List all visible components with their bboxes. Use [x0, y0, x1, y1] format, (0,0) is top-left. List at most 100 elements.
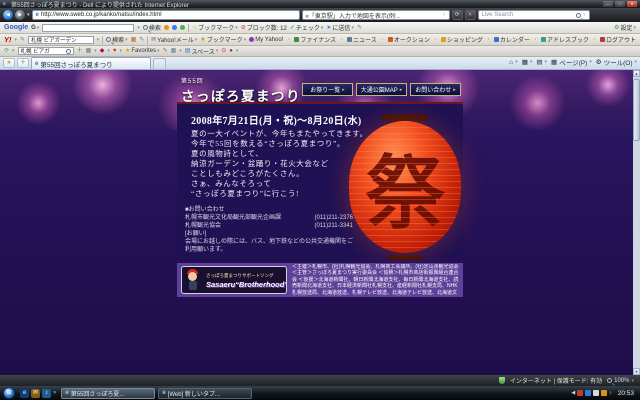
tray-app-icon-blue[interactable]: [585, 390, 591, 396]
close-button[interactable]: ✕: [627, 1, 637, 7]
record-dropdown-icon[interactable]: ▾: [236, 48, 239, 54]
extension-dropdown-icon[interactable]: ▾: [12, 48, 15, 54]
extension-search-input[interactable]: 札幌 ビアガ: [18, 47, 74, 55]
yahoo-logo-dropdown-icon[interactable]: ▾: [15, 37, 18, 43]
google-send-button[interactable]: ➤に送信▾: [326, 23, 354, 32]
add-icon[interactable]: ＋: [77, 48, 83, 54]
record-icon[interactable]: ●: [229, 48, 233, 54]
nav-contact-button[interactable]: お問い合わせ▸: [410, 83, 461, 96]
heart-icon[interactable]: ♥: [113, 48, 117, 54]
page-menu-button[interactable]: ▦ページ(P)▾: [551, 57, 592, 67]
yahoo-edit-icon[interactable]: ✎: [139, 37, 144, 43]
app-quick-launch-icon-1[interactable]: ✉: [31, 389, 40, 398]
scrollbar-thumb[interactable]: [633, 79, 640, 141]
yahoo-link-calendar[interactable]: カレンダー: [494, 35, 530, 44]
panel-icon[interactable]: ▦: [171, 48, 177, 54]
yahoo-link-addressbook[interactable]: アドレスブック: [541, 35, 589, 44]
taskbar-clock[interactable]: 20:53: [614, 390, 637, 397]
google-popup-blocker-button[interactable]: ⊘ブロック数: 12: [241, 23, 287, 32]
yahoo-mail-button[interactable]: ✉Yahoo!メール▾: [151, 35, 197, 44]
my-yahoo-button[interactable]: My Yahoo!: [249, 37, 283, 43]
flower-icon[interactable]: ✿: [221, 48, 226, 54]
feeds-button[interactable]: ▦▾: [522, 58, 533, 66]
home-button[interactable]: ⌂▾: [509, 59, 517, 66]
description-line: 夏の一大イベントが、今年もまたやってきます。: [191, 129, 368, 139]
yahoo-search-label: 検索: [112, 35, 124, 44]
new-tab-button[interactable]: [153, 58, 166, 69]
google-news-icon[interactable]: [164, 25, 169, 30]
address-input[interactable]: e http://www.sweb.co.jp/kanko/natsu/inde…: [32, 10, 300, 20]
favorites-button[interactable]: ★Favorites▾: [125, 48, 160, 54]
yahoo-link-finance[interactable]: ファイナンス: [294, 35, 336, 44]
search-icon[interactable]: [576, 13, 581, 18]
nav-odori-map-button[interactable]: 大通公園MAP▸: [356, 83, 407, 96]
zoom-control[interactable]: 100% ▾: [607, 378, 634, 384]
taskbar-window-newtab[interactable]: e [Web] 新しいタブ...: [158, 388, 252, 399]
tray-ime-icon[interactable]: [593, 390, 599, 396]
grid-dropdown-icon[interactable]: ▾: [94, 48, 97, 54]
google-spellcheck-button[interactable]: ✓チェック▾: [290, 23, 324, 32]
vertical-scrollbar[interactable]: ▲ ▼: [633, 70, 640, 375]
yahoo-search-button[interactable]: 検索▾: [106, 35, 128, 44]
tray-app-icon-red[interactable]: [577, 390, 583, 396]
scroll-down-icon[interactable]: ▼: [633, 368, 640, 375]
yahoo-link-shopping[interactable]: ショッピング: [441, 35, 483, 44]
minimize-button[interactable]: —: [603, 1, 613, 7]
yahoo-link-logout[interactable]: ログアウト: [600, 35, 636, 44]
pen-small-icon[interactable]: ✎: [163, 48, 168, 54]
yahoo-grid-icon[interactable]: ▦: [131, 37, 137, 43]
ie-quick-launch-icon[interactable]: e: [20, 389, 29, 398]
tools-menu-button[interactable]: ⚙ツール(O)▾: [596, 57, 637, 67]
diamond-dropdown-icon[interactable]: ▾: [107, 48, 110, 54]
yahoo-pen-icon[interactable]: ✎: [20, 37, 25, 43]
yahoo-link-news[interactable]: ニュース: [347, 35, 377, 44]
tab-title: 第55回さっぽろ夏まつり: [40, 59, 112, 69]
yahoo-link-auction[interactable]: オークション: [388, 35, 430, 44]
print-button[interactable]: ▤▾: [536, 58, 547, 66]
yahoo-logo[interactable]: Y!: [4, 35, 12, 44]
description-line: “さっぽろ夏まつり”に行こう!: [191, 189, 368, 199]
google-pagerank-icon[interactable]: [172, 25, 177, 30]
stop-button[interactable]: ✕: [465, 10, 476, 20]
autofill-pen-icon[interactable]: ✎: [357, 25, 362, 31]
google-g-button[interactable]: G▾: [31, 25, 39, 31]
space-button[interactable]: ▤スペース▾: [185, 47, 218, 56]
heart-dropdown-icon[interactable]: ▾: [119, 48, 122, 54]
tray-security-icon[interactable]: [601, 390, 607, 396]
quick-launch-expand-icon[interactable]: »: [53, 390, 56, 396]
google-status-icon[interactable]: [180, 25, 185, 30]
start-button[interactable]: ⊞: [3, 387, 15, 399]
nav-festival-list-button[interactable]: お祭り一覧▸: [302, 83, 353, 96]
panel-dropdown-icon[interactable]: ▾: [179, 48, 182, 54]
history-dropdown-icon[interactable]: ▾: [27, 12, 30, 18]
yahoo-bookmarks-button[interactable]: ★ブックマーク▾: [200, 35, 246, 44]
volume-icon[interactable]: ♪: [609, 390, 612, 396]
tab-sapporo-natsumatsuri[interactable]: e 第55回さっぽろ夏まつり: [31, 57, 151, 69]
add-favorite-button[interactable]: ＋: [17, 58, 29, 68]
contact-name: 札幌観光協会: [185, 222, 221, 230]
back-button[interactable]: ◀: [3, 10, 13, 20]
google-search-button[interactable]: 検索: [143, 23, 161, 32]
refresh-button[interactable]: ⟳: [452, 10, 463, 20]
yahoo-query-dropdown-icon[interactable]: ▾: [97, 37, 100, 43]
yahoo-search-input[interactable]: 札幌 ビアガーデン: [28, 36, 94, 44]
diamond-icon[interactable]: ◆: [100, 48, 105, 54]
scroll-up-icon[interactable]: ▲: [633, 70, 640, 77]
map-combo-dropdown-icon[interactable]: ▾: [443, 12, 446, 18]
tray-expand-icon[interactable]: ◀: [571, 390, 575, 396]
google-bookmarks-button[interactable]: ☆ブックマーク▾: [192, 23, 238, 32]
live-search-input[interactable]: Live Search ▾: [478, 10, 590, 20]
google-search-dropdown-icon[interactable]: ▾: [137, 25, 140, 31]
app-quick-launch-icon-2[interactable]: ♪: [42, 389, 51, 398]
forward-button[interactable]: ▶: [15, 10, 25, 20]
search-dropdown-icon[interactable]: ▾: [583, 12, 586, 18]
favorites-center-button[interactable]: ★: [3, 58, 15, 68]
support-song-logo[interactable]: さっぽろ夏まつりサポートソング Sasaeru“Brotherhood”: [181, 266, 287, 294]
grid-icon[interactable]: ▦: [86, 48, 92, 54]
google-search-input[interactable]: [42, 24, 134, 32]
taskbar-window-natsumatsuri[interactable]: e 第55回さっぽろ夏...: [61, 388, 155, 399]
refresh-small-icon[interactable]: ⟳: [4, 48, 9, 54]
google-settings-button[interactable]: ⚙設定▾: [614, 23, 636, 32]
maximize-button[interactable]: □: [615, 1, 625, 7]
map-search-combo[interactable]: «「東京駅」入力で地図を表示(例:.. ▾: [302, 10, 450, 20]
